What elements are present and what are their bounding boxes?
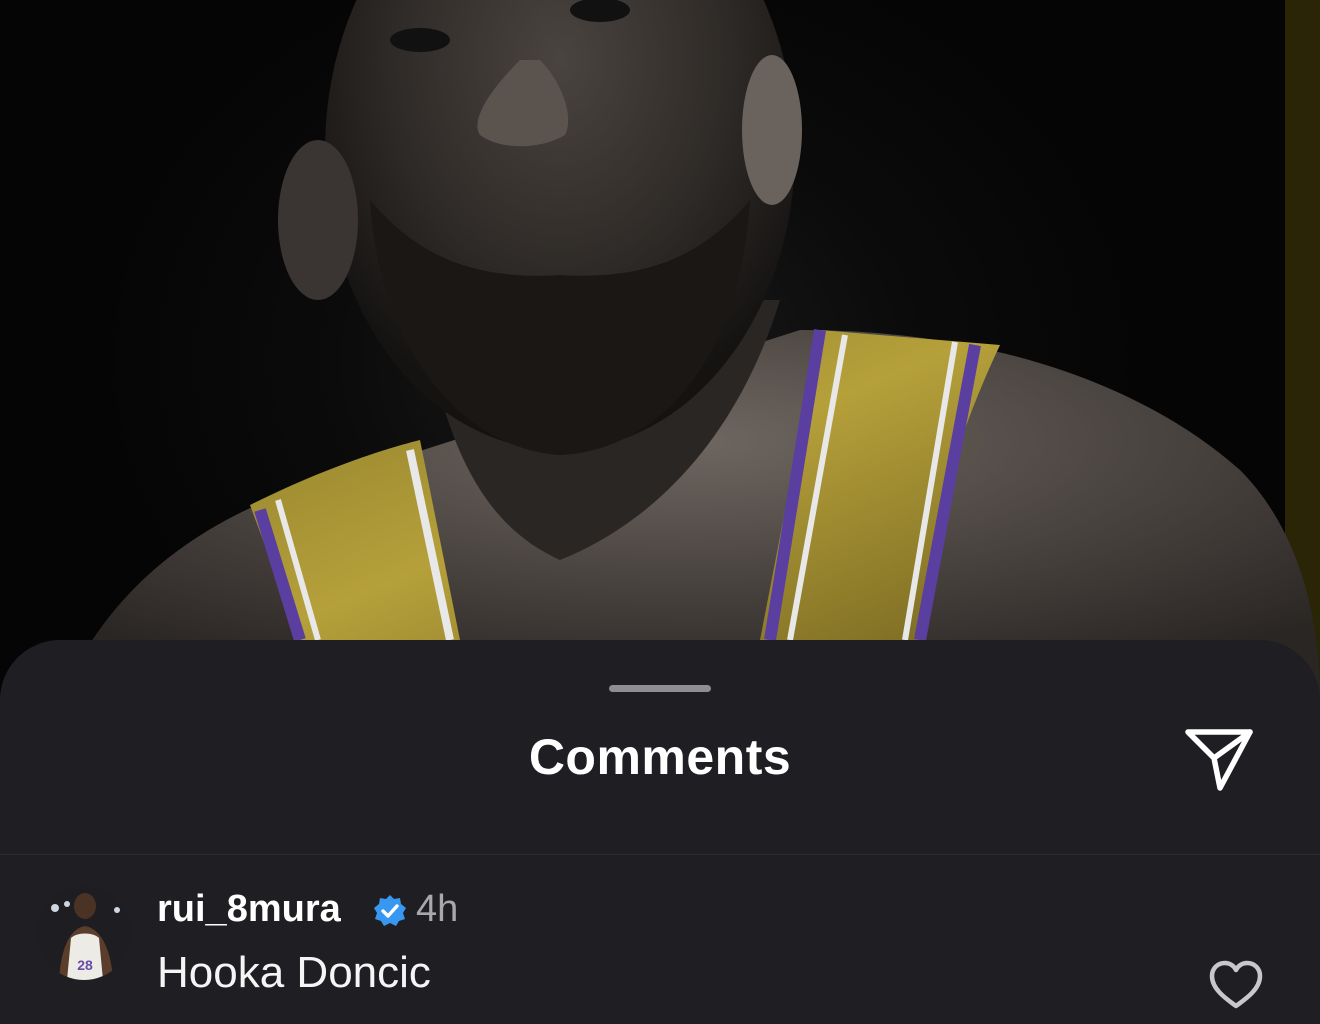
comment-timestamp: 4h (416, 888, 459, 930)
avatar-image: 28 (37, 886, 131, 980)
heart-icon (1209, 960, 1263, 1009)
sheet-title: Comments (528, 729, 792, 785)
avatar[interactable]: 28 (37, 886, 131, 980)
comments-sheet: Comments 28 rui_8mura 4h Hooka Doncic (0, 640, 1320, 1024)
svg-text:28: 28 (77, 957, 93, 973)
comment-username[interactable]: rui_8mura (157, 886, 341, 932)
sheet-grabber[interactable] (609, 685, 711, 692)
send-icon (1185, 729, 1253, 791)
verified-badge-icon (374, 895, 406, 926)
like-button[interactable] (1208, 960, 1264, 1010)
send-button[interactable] (1180, 724, 1258, 794)
header-divider (0, 854, 1320, 855)
post-photo-illustration (60, 0, 1320, 700)
post-photo (0, 0, 1320, 700)
comment-text: Hooka Doncic (157, 948, 431, 997)
comment-item: 28 rui_8mura 4h Hooka Doncic (0, 882, 1320, 1024)
